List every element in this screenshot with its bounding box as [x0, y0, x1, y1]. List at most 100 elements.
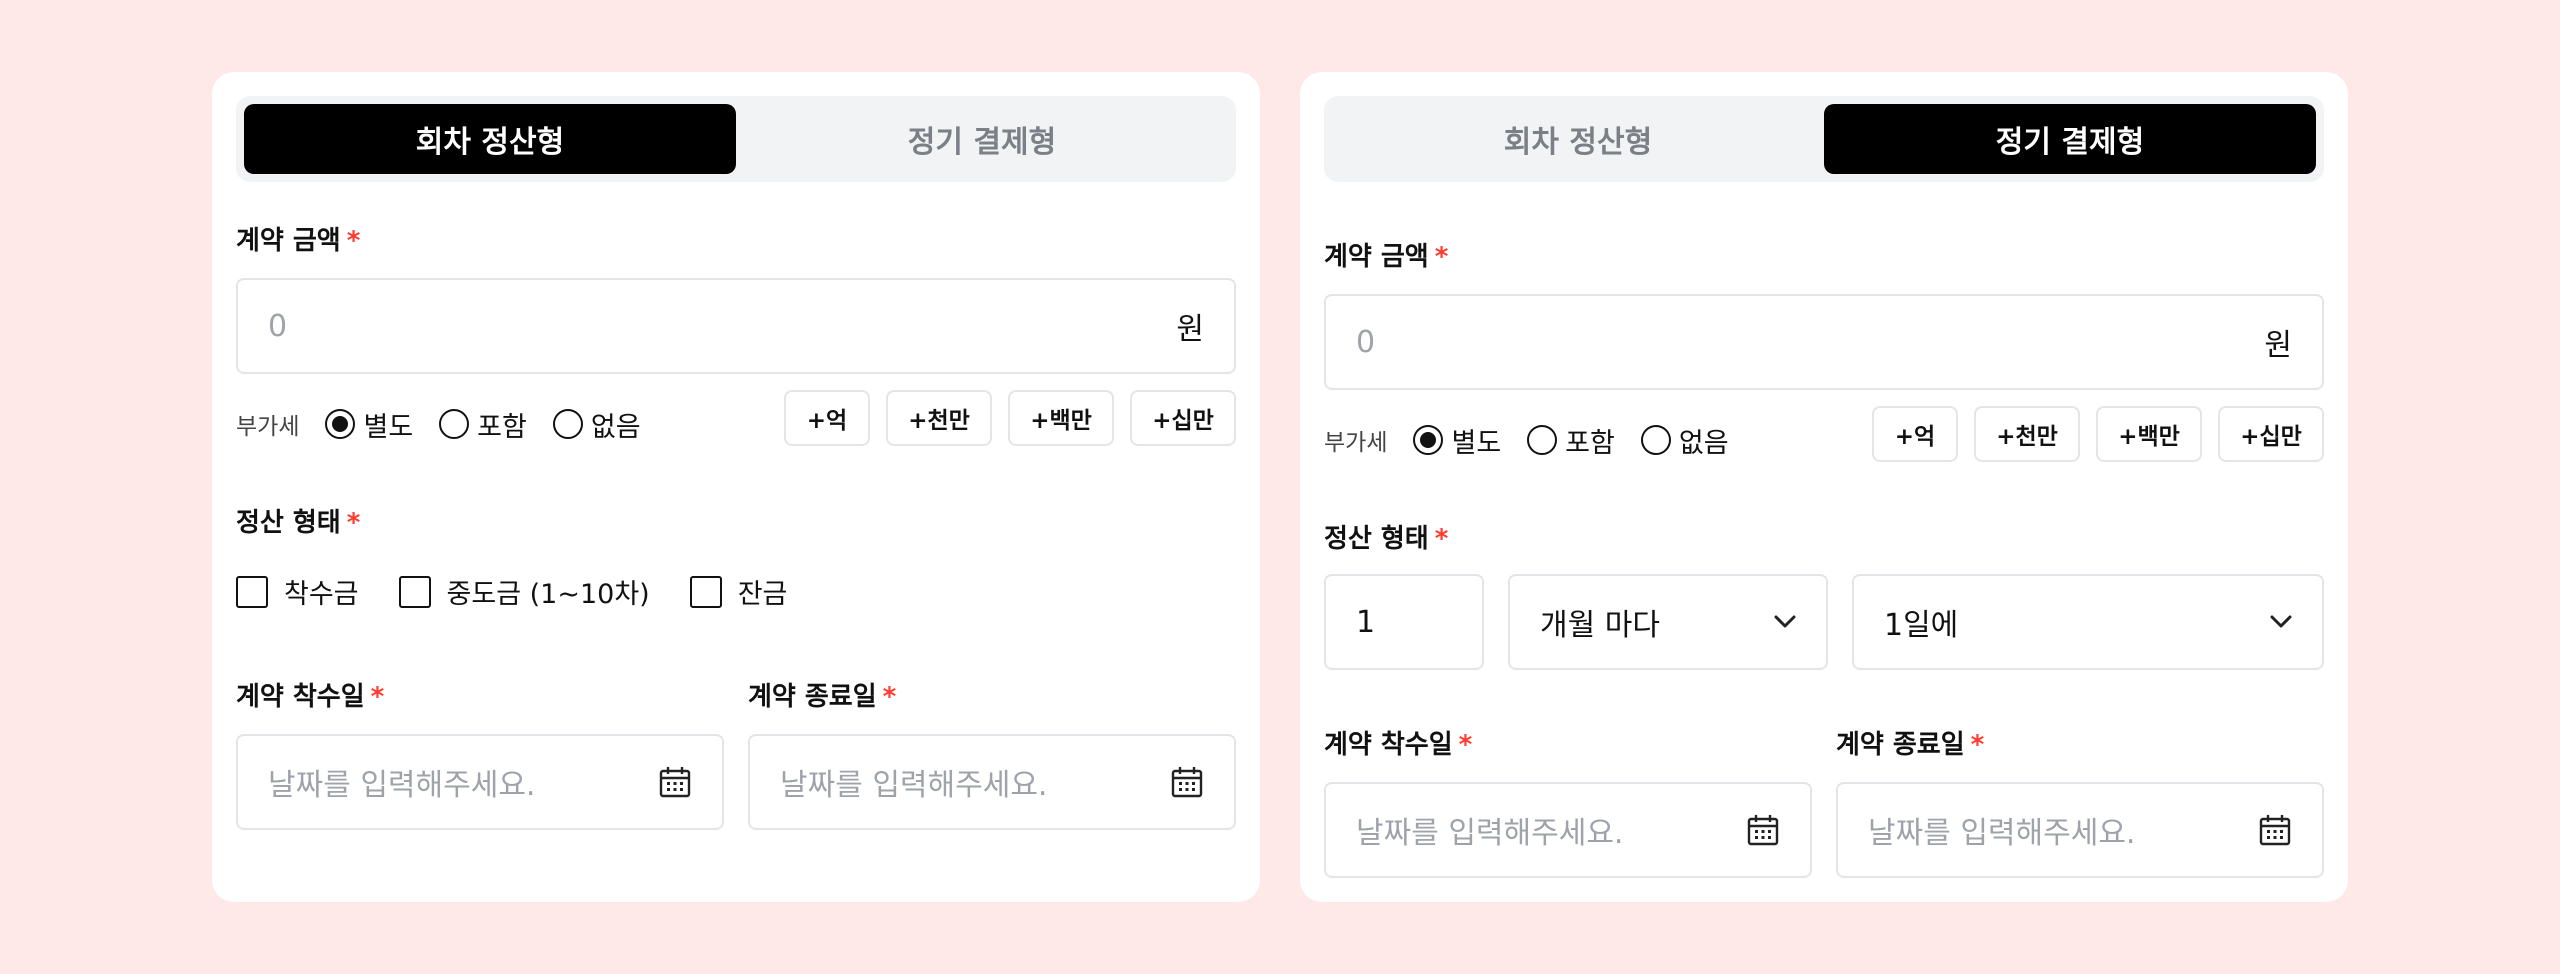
- payment-day-value: 1일에: [1884, 608, 1959, 643]
- required-mark: *: [1458, 730, 1473, 760]
- vat-option-label: 포함: [1565, 427, 1615, 459]
- vat-radio-group: 부가세 별도 포함 없음: [1324, 412, 1755, 468]
- quick-amount-buttons: +억 +천만 +백만 +십만: [1872, 406, 2324, 462]
- settlement-type-label: 정산 형태 *: [1324, 518, 1448, 555]
- amount-unit: 원: [2264, 328, 2292, 363]
- checkbox-balance[interactable]: 잔금: [689, 572, 788, 611]
- amount-input[interactable]: 0 원: [236, 278, 1236, 374]
- tab-regular-payment[interactable]: 정기 결제형: [736, 104, 1228, 174]
- period-count-value: 1: [1356, 604, 1376, 640]
- contract-form-card-per-round: 회차 정산형 정기 결제형 계약 금액 * 0 원 부가세 별도 포함 없음 +억…: [212, 72, 1260, 902]
- required-mark: *: [882, 682, 897, 712]
- settlement-label-text: 정산 형태: [1324, 524, 1429, 554]
- checkbox-label: 착수금: [284, 579, 359, 610]
- calendar-icon[interactable]: [658, 765, 692, 799]
- start-date-label-text: 계약 착수일: [236, 682, 365, 712]
- calendar-icon[interactable]: [2258, 813, 2292, 847]
- amount-input[interactable]: 0 원: [1324, 294, 2324, 390]
- date-placeholder: 날짜를 입력해주세요.: [268, 768, 536, 803]
- calendar-icon[interactable]: [1746, 813, 1780, 847]
- checkbox-label: 중도금 (1~10차): [446, 579, 650, 610]
- end-date-input[interactable]: 날짜를 입력해주세요.: [1836, 782, 2324, 878]
- amount-label-text: 계약 금액: [1324, 242, 1429, 272]
- add-baekman-button[interactable]: +백만: [2096, 406, 2202, 462]
- quick-amount-buttons: +억 +천만 +백만 +십만: [784, 390, 1236, 446]
- contract-form-card-regular: 회차 정산형 정기 결제형 계약 금액 * 0 원 부가세 별도 포함 없음 +억…: [1300, 72, 2348, 902]
- tab-per-round-settlement[interactable]: 회차 정산형: [1332, 104, 1824, 174]
- checkbox-icon: [689, 575, 722, 608]
- end-date-input[interactable]: 날짜를 입력해주세요.: [748, 734, 1236, 830]
- required-mark: *: [346, 226, 361, 256]
- vat-radio-separate[interactable]: 별도: [1413, 421, 1501, 460]
- vat-radio-none[interactable]: 없음: [1640, 421, 1729, 460]
- start-date-input[interactable]: 날짜를 입력해주세요.: [1324, 782, 1812, 878]
- amount-label: 계약 금액 *: [1324, 236, 1448, 273]
- tab-per-round-settlement[interactable]: 회차 정산형: [244, 104, 736, 174]
- vat-radio-included[interactable]: 포함: [439, 405, 527, 444]
- start-date-label: 계약 착수일 *: [1324, 724, 1472, 761]
- radio-empty-icon: [1640, 425, 1671, 455]
- period-unit-select[interactable]: 개월 마다: [1508, 574, 1828, 670]
- calendar-icon[interactable]: [1170, 765, 1204, 799]
- date-placeholder: 날짜를 입력해주세요.: [1356, 816, 1624, 851]
- end-date-label-text: 계약 종료일: [748, 682, 877, 712]
- amount-label: 계약 금액 *: [236, 220, 360, 257]
- settlement-checkbox-group: 착수금 중도금 (1~10차) 잔금: [236, 572, 827, 611]
- payment-day-select[interactable]: 1일에: [1852, 574, 2324, 670]
- vat-radio-group: 부가세 별도 포함 없음: [236, 396, 667, 452]
- add-eok-button[interactable]: +억: [1872, 406, 1958, 462]
- settlement-label-text: 정산 형태: [236, 508, 341, 538]
- end-date-label: 계약 종료일 *: [1836, 724, 1984, 761]
- checkbox-label: 잔금: [737, 579, 788, 610]
- required-mark: *: [1434, 524, 1449, 554]
- vat-radio-none[interactable]: 없음: [552, 405, 641, 444]
- tab-regular-payment[interactable]: 정기 결제형: [1824, 104, 2316, 174]
- checkbox-icon: [236, 575, 268, 608]
- radio-empty-icon: [439, 409, 470, 439]
- vat-option-label: 없음: [1678, 427, 1729, 459]
- vat-radio-separate[interactable]: 별도: [325, 405, 413, 444]
- start-date-label: 계약 착수일 *: [236, 676, 384, 713]
- start-date-label-text: 계약 착수일: [1324, 730, 1453, 760]
- add-sipman-button[interactable]: +십만: [2218, 406, 2324, 462]
- settlement-type-label: 정산 형태 *: [236, 502, 360, 539]
- vat-option-label: 별도: [363, 411, 414, 443]
- contract-type-segmented-control: 회차 정산형 정기 결제형: [236, 96, 1236, 182]
- add-cheonman-button[interactable]: +천만: [886, 390, 992, 446]
- add-baekman-button[interactable]: +백만: [1008, 390, 1114, 446]
- amount-label-text: 계약 금액: [236, 226, 341, 256]
- start-date-input[interactable]: 날짜를 입력해주세요.: [236, 734, 724, 830]
- period-unit-value: 개월 마다: [1540, 608, 1660, 643]
- contract-type-segmented-control: 회차 정산형 정기 결제형: [1324, 96, 2324, 182]
- add-sipman-button[interactable]: +십만: [1130, 390, 1236, 446]
- add-eok-button[interactable]: +억: [784, 390, 870, 446]
- vat-label: 부가세: [236, 414, 300, 440]
- radio-empty-icon: [1527, 425, 1558, 455]
- date-placeholder: 날짜를 입력해주세요.: [780, 768, 1048, 803]
- vat-label: 부가세: [1324, 430, 1388, 456]
- amount-unit: 원: [1176, 312, 1204, 347]
- end-date-label-text: 계약 종료일: [1836, 730, 1965, 760]
- required-mark: *: [1434, 242, 1449, 272]
- radio-empty-icon: [552, 409, 583, 439]
- vat-option-label: 포함: [477, 411, 527, 443]
- chevron-down-icon: [2270, 615, 2292, 628]
- chevron-down-icon: [1774, 615, 1796, 628]
- required-mark: *: [346, 508, 361, 538]
- amount-placeholder: 0: [1356, 324, 1376, 360]
- checkbox-interim-payment[interactable]: 중도금 (1~10차): [398, 572, 650, 611]
- checkbox-icon: [398, 575, 431, 608]
- amount-placeholder: 0: [268, 308, 288, 344]
- required-mark: *: [370, 682, 385, 712]
- radio-selected-icon: [1413, 425, 1444, 455]
- end-date-label: 계약 종료일 *: [748, 676, 896, 713]
- checkbox-down-payment[interactable]: 착수금: [236, 572, 359, 611]
- required-mark: *: [1970, 730, 1985, 760]
- vat-radio-included[interactable]: 포함: [1527, 421, 1615, 460]
- radio-selected-icon: [325, 409, 356, 439]
- vat-option-label: 별도: [1451, 427, 1502, 459]
- vat-option-label: 없음: [590, 411, 641, 443]
- period-count-input[interactable]: 1: [1324, 574, 1484, 670]
- date-placeholder: 날짜를 입력해주세요.: [1868, 816, 2136, 851]
- add-cheonman-button[interactable]: +천만: [1974, 406, 2080, 462]
